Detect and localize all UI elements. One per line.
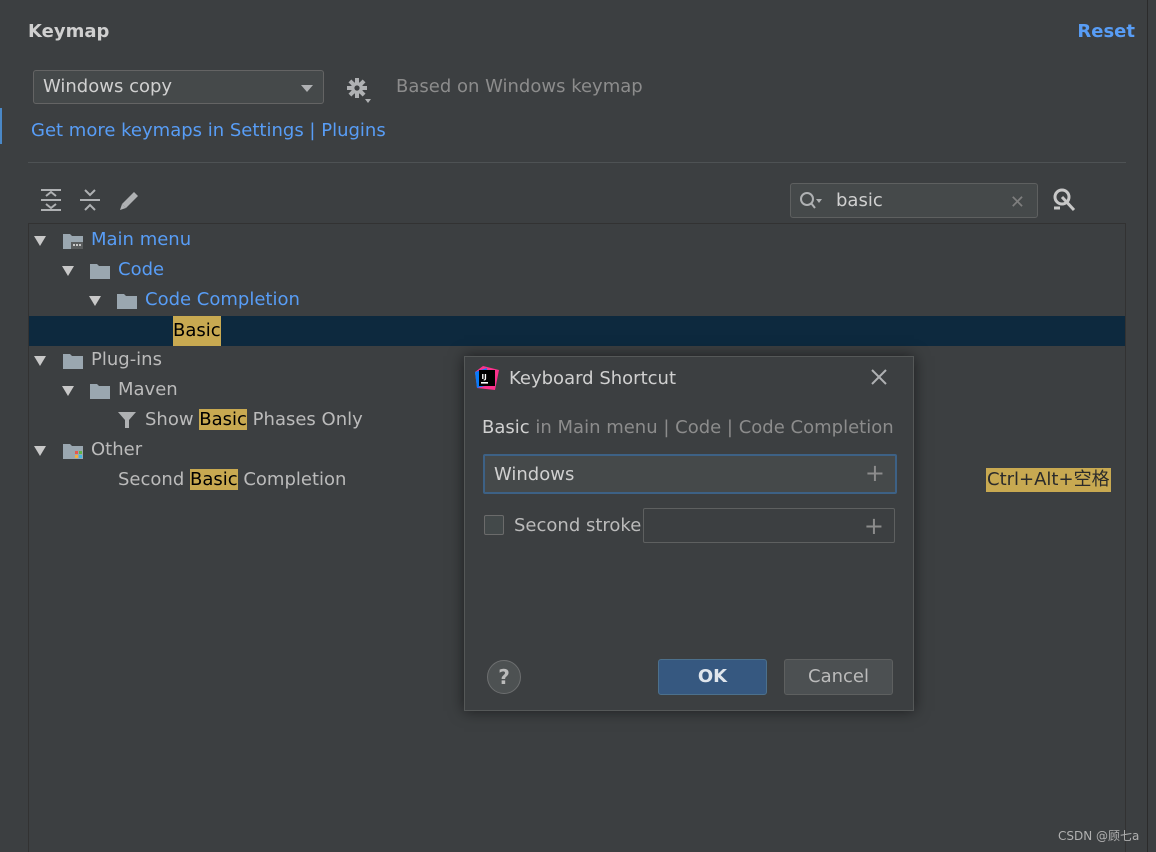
tree-label: Code Completion bbox=[145, 289, 300, 310]
cancel-button[interactable]: Cancel bbox=[784, 659, 893, 695]
watermark: CSDN @顾七a bbox=[1058, 829, 1140, 843]
chevron-down-icon[interactable] bbox=[34, 356, 46, 366]
page-title: Keymap bbox=[28, 21, 110, 42]
search-box[interactable]: ✕ bbox=[790, 183, 1038, 218]
tree-label: Plug-ins bbox=[91, 349, 162, 370]
chevron-down-icon[interactable] bbox=[89, 296, 101, 306]
tree-row-basic[interactable]: Basic bbox=[29, 316, 1125, 346]
chevron-down-icon[interactable] bbox=[34, 446, 46, 456]
keymap-select-value: Windows copy bbox=[43, 76, 173, 97]
second-stroke-checkbox[interactable] bbox=[484, 515, 504, 535]
label-part: Show bbox=[145, 409, 200, 430]
search-input[interactable] bbox=[836, 188, 996, 213]
keymap-select[interactable]: Windows copy bbox=[33, 70, 324, 104]
menu-folder-icon bbox=[63, 234, 83, 249]
clear-icon[interactable]: ✕ bbox=[1010, 192, 1025, 213]
search-highlight: Basic bbox=[199, 409, 247, 430]
folder-icon bbox=[63, 354, 83, 369]
second-stroke-field[interactable]: + bbox=[643, 508, 895, 543]
action-location: in Main menu | Code | Code Completion bbox=[529, 417, 894, 438]
get-more-keymaps-link[interactable]: Get more keymaps in Settings | Plugins bbox=[31, 120, 386, 141]
chevron-down-icon[interactable] bbox=[62, 266, 74, 276]
search-highlight: Basic bbox=[189, 469, 238, 490]
tree-label: Code bbox=[118, 259, 165, 280]
gear-icon[interactable] bbox=[345, 76, 373, 104]
tree-label: Main menu bbox=[91, 229, 192, 250]
tree-label: Show Basic Phases Only bbox=[145, 405, 363, 435]
action-path: Basic in Main menu | Code | Code Complet… bbox=[482, 417, 894, 438]
svg-text:IJ: IJ bbox=[482, 373, 487, 381]
filter-icon bbox=[118, 412, 136, 428]
close-icon[interactable] bbox=[869, 367, 889, 387]
folder-icon bbox=[90, 264, 110, 279]
ok-button[interactable]: OK bbox=[658, 659, 767, 695]
first-stroke-input[interactable] bbox=[494, 461, 854, 487]
plus-icon[interactable]: + bbox=[864, 514, 884, 538]
help-button[interactable]: ? bbox=[487, 660, 521, 694]
keymap-settings-page: Keymap Reset Windows copy Based on Windo… bbox=[0, 0, 1156, 852]
plus-icon[interactable]: + bbox=[865, 461, 885, 485]
based-on-text: Based on Windows keymap bbox=[396, 76, 643, 97]
tree-label: Maven bbox=[118, 379, 178, 400]
tree-label: Basic bbox=[173, 316, 221, 346]
find-by-shortcut-icon[interactable] bbox=[1050, 186, 1078, 214]
first-stroke-field[interactable]: + bbox=[483, 454, 897, 494]
panel-divider bbox=[1147, 0, 1148, 852]
other-folder-icon bbox=[63, 444, 83, 459]
intellij-logo-icon: IJ bbox=[475, 366, 499, 390]
chevron-down-icon bbox=[301, 85, 313, 92]
action-name: Basic bbox=[482, 417, 530, 438]
collapse-all-icon[interactable] bbox=[77, 187, 103, 213]
chevron-down-icon[interactable] bbox=[62, 386, 74, 396]
chevron-down-icon[interactable] bbox=[34, 236, 46, 246]
tree-row-code-completion[interactable]: Code Completion bbox=[29, 285, 1125, 315]
separator bbox=[28, 162, 1126, 163]
tree-row-code[interactable]: Code bbox=[29, 255, 1125, 285]
expand-all-icon[interactable] bbox=[38, 187, 64, 213]
keyboard-shortcut-dialog: IJ Keyboard Shortcut Basic in Main menu … bbox=[464, 356, 914, 711]
tree-label: Second Basic Completion bbox=[118, 465, 346, 495]
dialog-title: Keyboard Shortcut bbox=[509, 368, 677, 389]
reset-link[interactable]: Reset bbox=[1077, 21, 1135, 42]
search-icon[interactable] bbox=[799, 191, 823, 211]
second-stroke-input[interactable] bbox=[650, 513, 850, 538]
focus-indicator bbox=[0, 108, 2, 144]
shortcut-badge: Ctrl+Alt+空格 bbox=[986, 468, 1111, 492]
label-part: Phases Only bbox=[246, 409, 363, 430]
folder-icon bbox=[90, 384, 110, 399]
tree-row-main-menu[interactable]: Main menu bbox=[29, 225, 1125, 255]
label-part: Completion bbox=[237, 469, 347, 490]
tree-label: Other bbox=[91, 439, 143, 460]
pencil-icon[interactable] bbox=[117, 187, 143, 213]
second-stroke-label: Second stroke: bbox=[514, 515, 648, 536]
folder-icon bbox=[117, 294, 137, 309]
label-part: Second bbox=[118, 469, 190, 490]
